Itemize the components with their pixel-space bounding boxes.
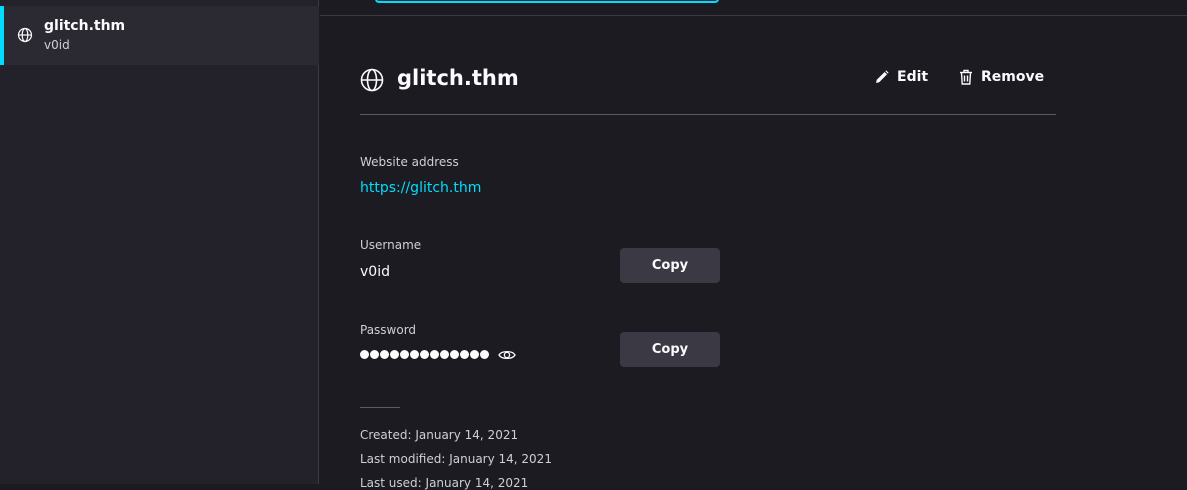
username-label: Username bbox=[360, 238, 422, 252]
website-label: Website address bbox=[360, 155, 459, 169]
remove-button[interactable]: Remove bbox=[959, 69, 1044, 85]
password-dot bbox=[390, 350, 399, 359]
username-value: v0id bbox=[360, 264, 390, 280]
password-dot bbox=[460, 350, 469, 359]
password-dot bbox=[480, 350, 489, 359]
page-title: glitch.thm bbox=[397, 66, 519, 90]
pencil-icon bbox=[876, 70, 889, 83]
divider bbox=[360, 407, 400, 408]
trash-icon bbox=[960, 69, 972, 85]
copy-password-button[interactable]: Copy bbox=[620, 332, 720, 367]
password-dot bbox=[440, 350, 449, 359]
globe-icon bbox=[360, 68, 384, 92]
created-date: Created: January 14, 2021 bbox=[360, 428, 519, 442]
search-input[interactable] bbox=[375, 0, 719, 3]
login-detail: glitch.thm Edit Remove Website address h… bbox=[320, 17, 1187, 490]
password-dot bbox=[430, 350, 439, 359]
top-strip bbox=[320, 0, 1187, 16]
password-dot bbox=[450, 350, 459, 359]
password-dot bbox=[410, 350, 419, 359]
website-link[interactable]: https://glitch.thm bbox=[360, 180, 481, 196]
detail-header: glitch.thm Edit Remove bbox=[360, 61, 1056, 115]
sidebar: glitch.thm v0id bbox=[0, 0, 319, 484]
password-dot bbox=[370, 350, 379, 359]
password-masked-value bbox=[360, 350, 489, 359]
edit-label: Edit bbox=[897, 69, 929, 85]
password-dot bbox=[470, 350, 479, 359]
password-dot bbox=[420, 350, 429, 359]
password-dot bbox=[400, 350, 409, 359]
edit-button[interactable]: Edit bbox=[875, 69, 928, 85]
copy-username-button[interactable]: Copy bbox=[620, 248, 720, 283]
password-dot bbox=[360, 350, 369, 359]
modified-date: Last modified: January 14, 2021 bbox=[360, 452, 552, 466]
sidebar-item-subtitle: v0id bbox=[44, 38, 70, 52]
eye-icon[interactable] bbox=[498, 348, 516, 362]
sidebar-item-title: glitch.thm bbox=[44, 18, 126, 34]
remove-label: Remove bbox=[981, 69, 1045, 85]
last-used-date: Last used: January 14, 2021 bbox=[360, 476, 529, 490]
globe-icon bbox=[17, 27, 33, 43]
password-dot bbox=[380, 350, 389, 359]
sidebar-item-glitch[interactable]: glitch.thm v0id bbox=[0, 6, 319, 65]
password-label: Password bbox=[360, 323, 417, 337]
